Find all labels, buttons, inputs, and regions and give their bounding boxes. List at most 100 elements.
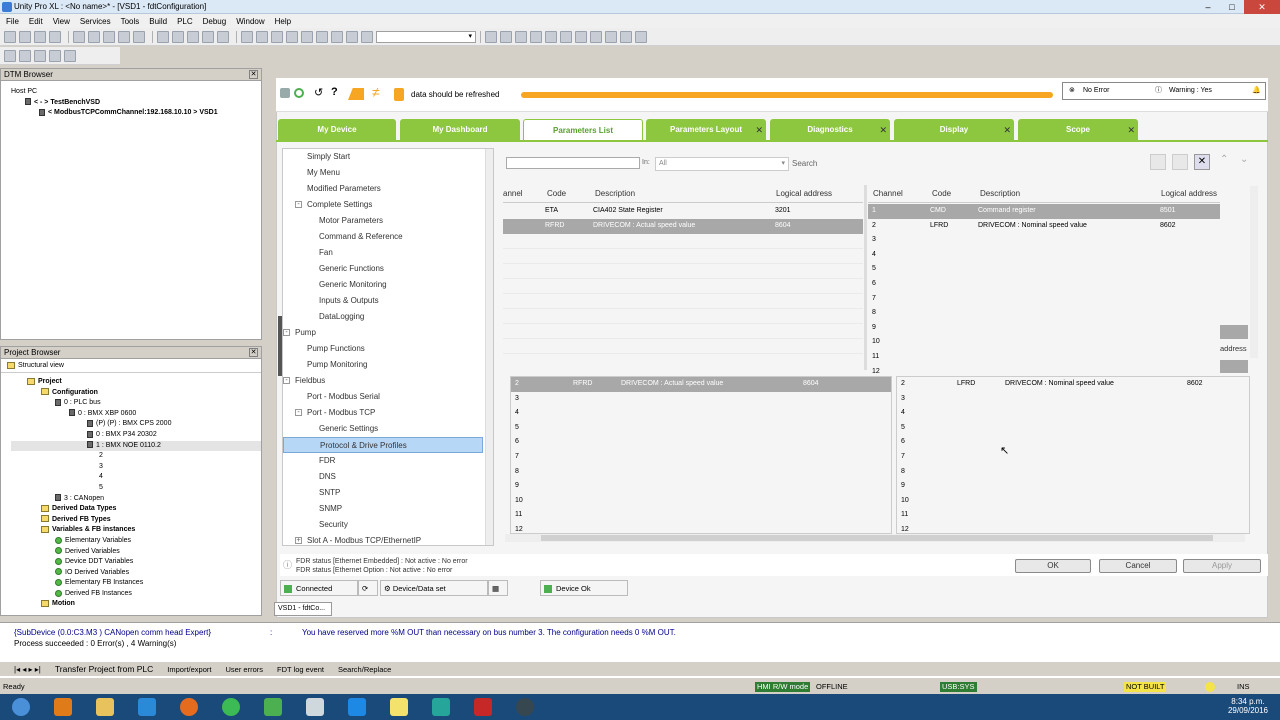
watch-icon[interactable] <box>346 30 358 43</box>
nav-item[interactable]: Generic Monitoring <box>283 277 387 293</box>
nav-item[interactable]: Simply Start <box>283 149 350 165</box>
save-icon[interactable] <box>34 30 46 43</box>
cascade-icon[interactable] <box>590 30 602 43</box>
close-icon[interactable]: ✕ <box>249 348 258 357</box>
tree-plc-bus[interactable]: 0 : PLC bus <box>11 398 261 409</box>
table-row[interactable]: 2 LFRD DRIVECOM : Nominal speed value 8602 <box>868 219 1220 234</box>
nav-item[interactable]: DataLogging <box>283 309 364 325</box>
sim-icon[interactable] <box>241 30 253 43</box>
menu-file[interactable]: File <box>6 17 19 26</box>
detail-view-icon[interactable] <box>1172 154 1188 170</box>
menu-debug[interactable]: Debug <box>203 17 227 26</box>
table-row[interactable]: 2 LFRD DRIVECOM : Nominal speed value 8602 <box>897 377 1249 392</box>
firefox-icon[interactable] <box>171 696 207 718</box>
chrome-icon[interactable] <box>213 696 249 718</box>
tree-derived-vars[interactable]: Derived Variables <box>11 547 261 558</box>
tree-vsd1[interactable]: < ModbusTCPCommChannel:192.168.10.10 > V… <box>11 108 261 119</box>
menu-services[interactable]: Services <box>80 17 111 26</box>
new-icon[interactable] <box>4 30 16 43</box>
table-icon[interactable] <box>560 30 572 43</box>
table-row[interactable]: 4 <box>897 406 1249 421</box>
nav-item[interactable]: Security <box>283 517 348 533</box>
table-row[interactable]: 5 <box>868 262 1220 277</box>
splitter-handle[interactable] <box>278 316 282 376</box>
tree-io-derived[interactable]: IO Derived Variables <box>11 568 261 579</box>
var-icon[interactable] <box>485 30 497 43</box>
copy-icon[interactable] <box>88 30 100 43</box>
tile-icon[interactable] <box>575 30 587 43</box>
nav-item[interactable]: Pump Monitoring <box>283 357 367 373</box>
tree-slot-4[interactable]: 4 <box>11 472 261 483</box>
menu-edit[interactable]: Edit <box>29 17 43 26</box>
tree-elementary-fb[interactable]: Elementary FB Instances <box>11 578 261 589</box>
close-icon[interactable]: ✕ <box>249 70 258 79</box>
validate-icon[interactable] <box>157 30 169 43</box>
ddt-icon[interactable] <box>500 30 512 43</box>
zoom-icon[interactable] <box>64 49 76 62</box>
maximize-button[interactable]: □ <box>1220 0 1244 14</box>
nav-item[interactable]: - Port - Modbus TCP <box>283 405 375 421</box>
table-row[interactable]: 3 <box>868 233 1220 248</box>
tab-parameters-list[interactable]: Parameters List <box>523 119 643 141</box>
collapse-icon[interactable]: - <box>283 329 290 336</box>
nav-item[interactable]: Fan <box>283 245 333 261</box>
collapse-icon[interactable]: - <box>283 377 290 384</box>
binoculars-icon[interactable] <box>361 30 373 43</box>
col-channel[interactable]: Channel <box>873 185 903 203</box>
tab-diagnostics[interactable]: Diagnostics ✕ <box>770 119 890 141</box>
close-icon[interactable]: ✕ <box>755 119 763 141</box>
fb-icon[interactable] <box>515 30 527 43</box>
nav-item[interactable]: Protocol & Drive Profiles <box>283 437 483 453</box>
nav-item[interactable]: Generic Settings <box>283 421 378 437</box>
table-row[interactable]: ETA CIA402 State Register 3201 <box>503 204 863 219</box>
expand-icon[interactable]: + <box>295 537 302 544</box>
stop-icon[interactable] <box>286 30 298 43</box>
explorer-icon[interactable] <box>87 696 123 718</box>
ok-button[interactable]: OK <box>1015 559 1091 573</box>
tab-user-errors[interactable]: User errors <box>225 665 263 674</box>
redo-icon[interactable] <box>133 30 145 43</box>
collapse-icon[interactable]: - <box>295 201 302 208</box>
col-code[interactable]: Code <box>932 185 951 203</box>
tab-scope[interactable]: Scope ✕ <box>1018 119 1138 141</box>
compare-icon[interactable]: ▦ <box>488 580 508 596</box>
tab-display[interactable]: Display ✕ <box>894 119 1014 141</box>
context-help-icon[interactable] <box>635 30 647 43</box>
tools-icon[interactable]: ✕ <box>1194 154 1210 170</box>
nav-item[interactable]: - Complete Settings <box>283 197 372 213</box>
nav-scrollbar[interactable] <box>485 149 493 545</box>
layout-icon[interactable] <box>605 30 617 43</box>
connect-icon[interactable] <box>217 30 229 43</box>
search-input[interactable] <box>506 157 640 169</box>
menu-help[interactable]: Help <box>275 17 291 26</box>
table-row[interactable]: 8 <box>511 465 891 480</box>
tab-nav-arrows[interactable]: |◂ ◂ ▸ ▸| <box>14 665 41 674</box>
nav-item[interactable]: My Menu <box>283 165 340 181</box>
close-icon[interactable]: ✕ <box>1127 119 1135 141</box>
search-scope-select[interactable]: All ▾ <box>655 157 789 171</box>
sync-icon[interactable]: ⟳ <box>358 580 378 596</box>
tree-derived-fb[interactable]: Derived FB Instances <box>11 589 261 600</box>
tree-configuration[interactable]: Configuration <box>11 388 261 399</box>
close-icon[interactable]: ✕ <box>1003 119 1011 141</box>
tree-p34[interactable]: 0 : BMX P34 20302 <box>11 430 261 441</box>
build-icon[interactable] <box>172 30 184 43</box>
app-dark-icon[interactable] <box>507 696 543 718</box>
table-row[interactable]: 9 <box>897 479 1249 494</box>
table-row[interactable]: 7 <box>511 450 891 465</box>
bell-icon[interactable]: 🔔 <box>1252 83 1261 99</box>
menu-build[interactable]: Build <box>149 17 167 26</box>
system-clock[interactable]: 8:34 p.m. 29/09/2016 <box>1228 697 1268 715</box>
tab-search-replace[interactable]: Search/Replace <box>338 665 391 674</box>
tree-project[interactable]: Project <box>11 377 261 388</box>
grid-icon[interactable] <box>545 30 557 43</box>
nav-item[interactable]: Inputs & Outputs <box>283 293 379 309</box>
tree-device-ddt[interactable]: Device DDT Variables <box>11 557 261 568</box>
nav-item[interactable]: Modified Parameters <box>283 181 381 197</box>
rebuild-icon[interactable] <box>187 30 199 43</box>
table-row[interactable]: 5 <box>511 421 891 436</box>
horizontal-scrollbar[interactable] <box>505 534 1245 542</box>
unity-pro-taskbar-icon[interactable] <box>423 696 459 718</box>
tree-slot-5[interactable]: 5 <box>11 483 261 494</box>
minimize-button[interactable]: – <box>1196 0 1220 14</box>
